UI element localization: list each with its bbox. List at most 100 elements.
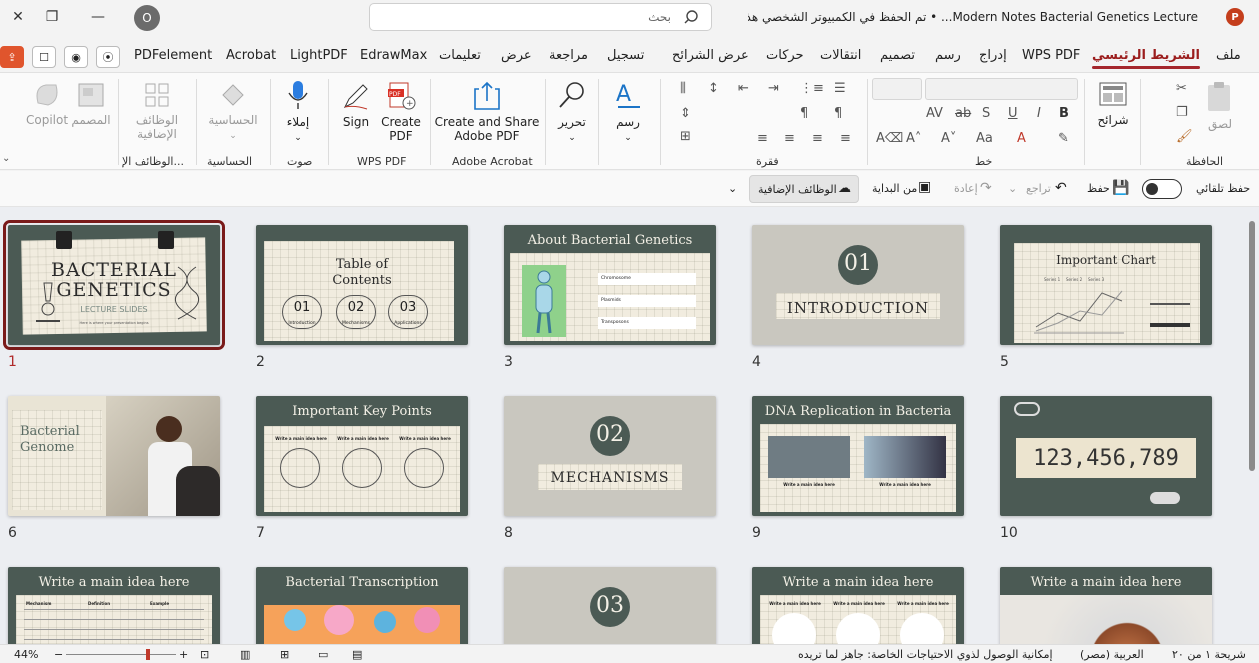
new-slide-button[interactable]: شرائح [1092,81,1134,127]
font-name-box[interactable] [925,78,1078,100]
shadow-icon[interactable]: S [982,106,990,121]
tab-wps-pdf[interactable]: WPS PDF [1022,48,1080,63]
slide-thumbnail[interactable]: Bacterial Transcription [256,567,468,644]
align-right-icon[interactable]: ≡ [840,131,851,146]
tab-pdfelement[interactable]: PDFelement [134,48,212,63]
qat-customize-icon[interactable]: ⌄ [728,182,737,195]
autosave-toggle[interactable] [1142,179,1182,199]
rtl-icon[interactable]: ¶ [834,106,842,121]
zoom-level[interactable]: 44% [14,648,38,661]
slide-thumbnail[interactable]: About Bacterial Genetics Chromosome Plas… [504,225,716,345]
underline-icon[interactable]: U [1008,106,1018,121]
undo-dropdown-icon[interactable]: ⌄ [1008,182,1017,195]
ribbon-collapse-icon[interactable]: ⌄ [2,153,10,164]
numbering-icon[interactable]: ⋮≡ [800,81,824,96]
designer-button[interactable]: المصمم [70,81,112,127]
tab-lightpdf[interactable]: LightPDF [290,48,348,63]
redo-icon[interactable]: ↷ [980,180,992,196]
slide-thumbnail[interactable]: Important Key Points Write a main idea h… [256,396,468,516]
slide-thumbnail[interactable]: 03 [504,567,716,644]
sign-button[interactable]: Sign [338,81,374,129]
slide-thumbnail[interactable]: Table of Contents 01 02 03 Introduction … [256,225,468,345]
camera-icon[interactable]: ◉ [64,46,88,68]
slideshow-icon[interactable]: ⊡ [200,648,209,661]
slide-thumbnail[interactable]: 123,456,789 [1000,396,1212,516]
slide-thumbnail[interactable]: Write a main idea here Write a main idea… [752,567,964,644]
font-color-icon[interactable]: A [1017,131,1026,146]
sensitivity-button[interactable]: الحساسية ⌄ [203,81,263,141]
tab-file[interactable]: ملف [1216,48,1241,63]
slide-thumbnail[interactable]: BACTERIAL GENETICS LECTURE SLIDES Here i… [3,220,225,350]
columns-icon[interactable]: ⫼ [680,81,686,96]
text-direction-icon[interactable]: ⇕ [680,106,691,121]
zoom-slider[interactable] [66,654,176,655]
increase-font-icon[interactable]: A˄ [906,131,921,146]
dictate-button[interactable]: إملاء ⌄ [280,79,316,143]
tab-insert[interactable]: إدراج [979,48,1007,63]
change-case-icon[interactable]: Aa [976,131,993,146]
char-spacing-icon[interactable]: AV [926,106,943,121]
tab-home[interactable]: الشريط الرئيسي [1092,48,1200,69]
outdent-icon[interactable]: ⇤ [738,81,749,96]
reading-view-icon[interactable]: ▥ [240,648,250,661]
tab-edrawmax[interactable]: EdrawMax [360,48,427,63]
bullets-icon[interactable]: ☰ [834,81,846,96]
slide-thumbnail[interactable]: Write a main idea here [1000,567,1212,644]
scrollbar-thumb[interactable] [1249,221,1255,471]
undo-label[interactable]: تراجع [1026,182,1051,195]
slide-thumbnail[interactable]: Important Chart Series 1 Series 2 Series… [1000,225,1212,345]
accessibility-status[interactable]: إمكانية الوصول لذوي الاحتياجات الخاصة: ج… [798,648,1053,661]
italic-icon[interactable]: I [1037,106,1041,121]
decrease-font-icon[interactable]: A˅ [941,131,956,146]
addins-button[interactable]: الوظائف الإضافية [126,81,188,141]
redo-label[interactable]: إعادة [954,182,978,195]
tab-draw[interactable]: رسم [935,48,961,63]
restore-icon[interactable]: ❐ [40,6,64,28]
edit-button[interactable]: تحرير ⌄ [552,79,592,143]
comment-icon[interactable]: ☐ [32,46,56,68]
create-pdf-button[interactable]: PDF + Create PDF [380,81,422,143]
slide-sorter-icon[interactable]: ⊞ [280,648,289,661]
tab-help[interactable]: تعليمات [439,48,481,63]
slide-thumbnail[interactable]: 02 MECHANISMS [504,396,716,516]
language-indicator[interactable]: العربية (مصر) [1080,648,1144,661]
vertical-scrollbar[interactable] [1245,207,1259,644]
tab-animations[interactable]: حركات [766,48,804,63]
paste-button[interactable]: لصق [1202,81,1238,131]
ltr-icon[interactable]: ¶ [800,106,808,121]
normal-view-icon[interactable]: ▭ [318,648,328,661]
align-left-icon[interactable]: ≡ [784,131,795,146]
zoom-slider-thumb[interactable] [146,649,150,660]
tab-view[interactable]: عرض [501,48,532,63]
slide-thumbnail[interactable]: Write a main idea here Mechanism Definit… [8,567,220,644]
tab-review[interactable]: مراجعة [549,48,588,63]
create-share-adobe-pdf-button[interactable]: Create and Share Adobe PDF [434,81,540,143]
justify-icon[interactable]: ≡ [757,131,768,146]
share-icon[interactable]: ⇪ [0,46,24,68]
copilot-button[interactable]: Copilot [26,81,68,127]
from-beginning-label[interactable]: من البداية [872,182,917,195]
tab-transitions[interactable]: انتقالات [820,48,861,63]
minimize-icon[interactable]: — [86,6,110,28]
copy-icon[interactable]: ❐ [1176,105,1188,120]
highlight-icon[interactable]: ✎ [1058,131,1069,146]
notes-view-icon[interactable]: ▤ [352,648,362,661]
addins-qat-button[interactable]: الوظائف الإضافية ☁ [749,175,859,203]
undo-icon[interactable]: ↶ [1055,180,1067,196]
line-spacing-icon[interactable]: ↕ [708,81,719,96]
smartart-icon[interactable]: ⊞ [680,129,691,144]
record-icon[interactable]: ⦿ [96,46,120,68]
align-center-icon[interactable]: ≡ [812,131,823,146]
zoom-in-icon[interactable]: + [179,648,188,661]
clear-format-icon[interactable]: A⌫ [876,131,903,146]
tab-record[interactable]: تسجيل [607,48,644,63]
avatar[interactable]: O [134,5,160,31]
tab-slideshow[interactable]: عرض الشرائح [672,48,749,63]
search-input[interactable]: بحث [369,3,712,31]
slide-thumbnail[interactable]: 01 INTRODUCTION [752,225,964,345]
save-icon[interactable]: 💾 [1112,180,1129,196]
close-icon[interactable]: ✕ [6,6,30,28]
tab-design[interactable]: تصميم [880,48,915,63]
zoom-out-icon[interactable]: − [54,648,63,661]
strikethrough-icon[interactable]: ab [955,106,971,121]
